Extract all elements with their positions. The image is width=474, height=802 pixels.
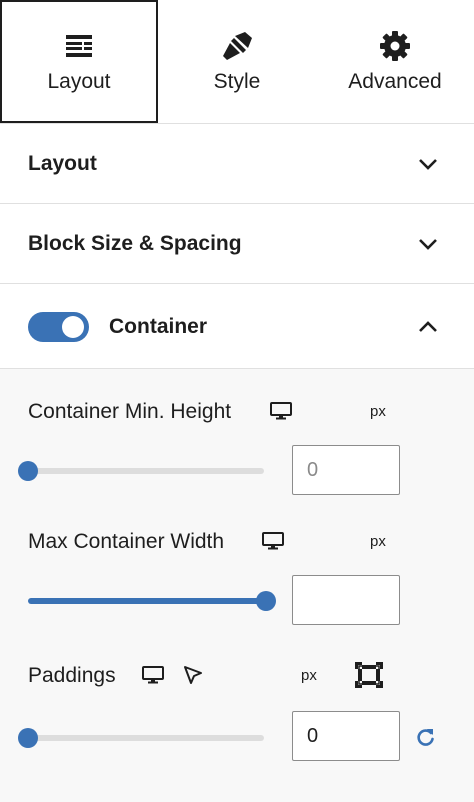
tab-style[interactable]: Style (158, 0, 316, 123)
max-width-slider-track[interactable] (28, 598, 266, 604)
layout-icon (66, 32, 92, 60)
desktop-icon[interactable] (270, 402, 292, 420)
link-sides-icon[interactable] (354, 661, 384, 689)
panel-layout-header[interactable]: Layout (0, 125, 474, 204)
max-width-input[interactable] (292, 575, 400, 625)
desktop-icon[interactable] (142, 666, 164, 684)
min-height-label: Container Min. Height (28, 400, 232, 423)
paddings-input[interactable] (292, 711, 400, 761)
desktop-icon[interactable] (262, 532, 284, 550)
unit-selector[interactable]: px (370, 533, 386, 550)
toggle-knob (62, 315, 84, 338)
min-height-input[interactable] (292, 445, 400, 495)
brush-icon (221, 32, 253, 60)
panel-block-size-header[interactable]: Block Size & Spacing (0, 205, 474, 284)
min-height-slider-thumb[interactable] (18, 461, 38, 481)
chevron-down-icon (419, 239, 437, 250)
paddings-label: Paddings (28, 664, 116, 687)
panel-title: Layout (28, 152, 97, 175)
min-height-slider-track[interactable] (28, 468, 264, 474)
unit-selector[interactable]: px (301, 667, 317, 684)
tab-label: Layout (47, 70, 111, 93)
tab-layout[interactable]: Layout (0, 0, 158, 123)
panel-title: Container (109, 314, 208, 338)
tab-advanced[interactable]: Advanced (316, 0, 474, 123)
container-panel-body: Container Min. Height px Max Container W… (0, 369, 474, 802)
max-width-slider-thumb[interactable] (256, 591, 276, 611)
hover-cursor-icon[interactable] (182, 664, 204, 686)
max-width-label: Max Container Width (28, 530, 225, 553)
panel-container-header[interactable]: Container (0, 285, 474, 369)
tab-label: Style (213, 70, 261, 93)
chevron-up-icon (419, 320, 437, 332)
paddings-slider-track[interactable] (28, 735, 264, 741)
unit-selector[interactable]: px (370, 403, 386, 420)
paddings-slider-thumb[interactable] (18, 728, 38, 748)
container-toggle[interactable] (28, 311, 89, 342)
tab-label: Advanced (348, 70, 442, 93)
gear-icon (380, 31, 410, 61)
reset-icon[interactable] (416, 727, 436, 747)
chevron-down-icon (419, 159, 437, 170)
tab-bar: Layout Style Advanced (0, 0, 474, 124)
panel-title: Block Size & Spacing (28, 232, 242, 255)
